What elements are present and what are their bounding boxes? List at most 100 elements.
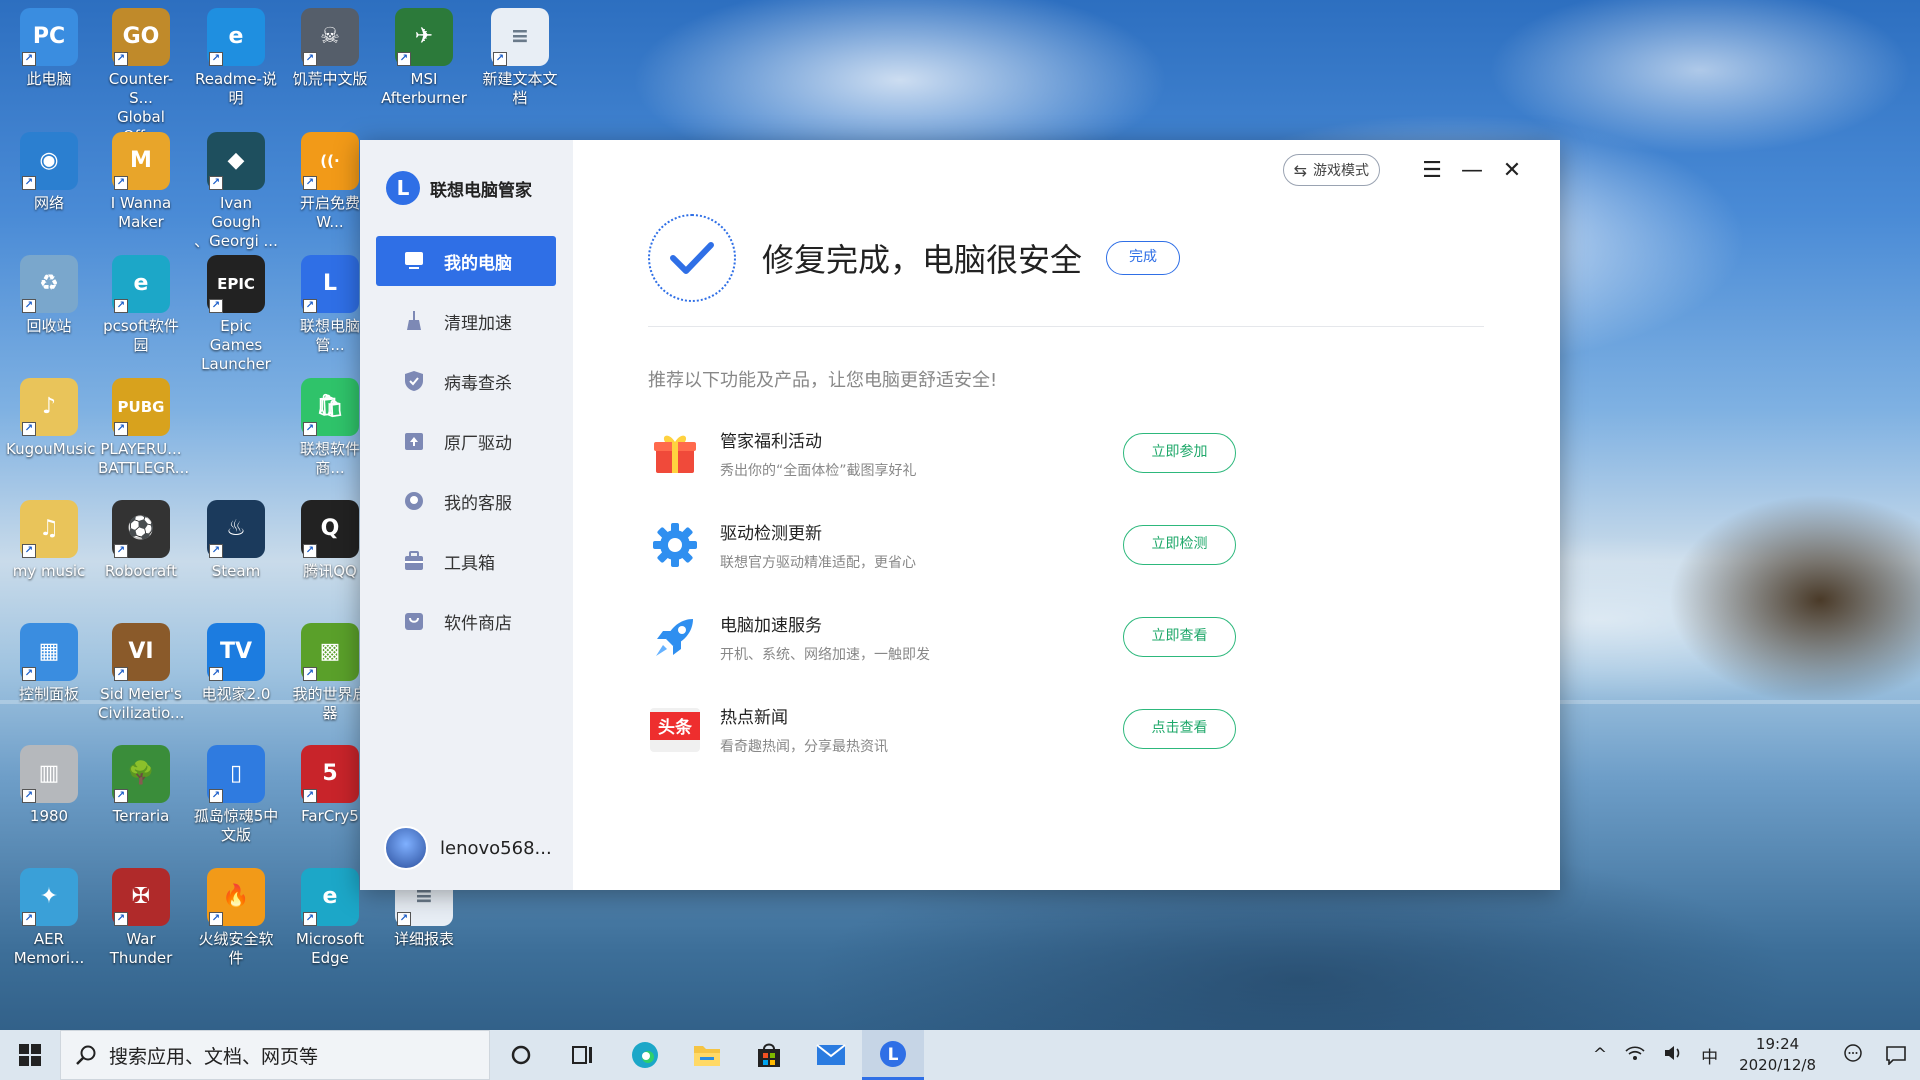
desktop-icon-label: pcsoft软件园 xyxy=(103,317,179,354)
nav-item-clean-speedup[interactable]: 清理加速 xyxy=(376,296,556,346)
desktop-icon-label: 孤岛惊魂5中 文版 xyxy=(193,807,279,844)
minimize-button[interactable]: — xyxy=(1454,158,1490,183)
shortcut-arrow-icon: ↗ xyxy=(397,52,411,66)
svg-text:L: L xyxy=(888,1045,899,1065)
shortcut-arrow-icon: ↗ xyxy=(209,789,223,803)
desktop-icon-label: 控制面板 xyxy=(18,685,79,703)
volume-icon[interactable] xyxy=(1663,1045,1683,1066)
system-clock[interactable]: 19:24 2020/12/8 xyxy=(1739,1034,1816,1076)
lenovo-manager-taskbar-icon[interactable]: L xyxy=(862,1030,924,1080)
desktop-icon-label: 详细报表 xyxy=(393,930,454,948)
desktop-icon[interactable]: ▥ ↗ 1980 xyxy=(6,745,92,826)
search-icon xyxy=(76,1045,96,1065)
desktop-icon[interactable]: GO↗Counter-S... Global Off... xyxy=(98,8,184,146)
user-profile[interactable]: lenovo568... xyxy=(384,826,552,870)
desktop-icon[interactable]: ◆ ↗ Ivan Gough 、Georgi ... xyxy=(193,132,279,251)
game-mode-label: 游戏模式 xyxy=(1313,163,1369,179)
desktop-icon[interactable]: PUBG ↗ PLAYERU... BATTLEGR... xyxy=(98,378,189,478)
desktop-icon[interactable]: ▦ ↗ 控制面板 xyxy=(6,623,92,704)
chevron-up-icon[interactable]: ^ xyxy=(1593,1045,1607,1065)
nav-item-drivers[interactable]: 原厂驱动 xyxy=(376,416,556,466)
task-view-icon[interactable] xyxy=(552,1030,614,1080)
desktop-icon[interactable]: TV ↗ 电视家2.0 xyxy=(193,623,279,704)
desktop-icon[interactable]: ≡ ↗ 新建文本文档 xyxy=(477,8,563,108)
nav-item-toolbox[interactable]: 工具箱 xyxy=(376,536,556,586)
nav-item-virus-scan[interactable]: 病毒查杀 xyxy=(376,356,556,406)
desktop-icon[interactable]: VI ↗ Sid Meier's Civilizatio... xyxy=(98,623,184,723)
desktop-icon[interactable]: ✠ ↗ War Thunder xyxy=(98,868,184,968)
start-button[interactable] xyxy=(0,1030,60,1080)
app-icon: ≡ ↗ xyxy=(491,8,549,66)
shortcut-arrow-icon: ↗ xyxy=(303,422,317,436)
close-button[interactable]: ✕ xyxy=(1494,158,1530,183)
shortcut-arrow-icon: ↗ xyxy=(114,422,128,436)
window-controls: ⇆ 游戏模式 ☰ — ✕ xyxy=(1282,154,1530,186)
click-view-button[interactable]: 点击查看 xyxy=(1123,709,1236,749)
lenovo-pc-manager-window: L 联想电脑管家 我的电脑 清理加速 病毒查杀 原厂驱动 我的客服 工具箱 软件… xyxy=(360,140,1560,890)
main-panel: ⇆ 游戏模式 ☰ — ✕ 修复完成，电脑很安全 完成 推荐以下功能及产品，让您电… xyxy=(573,140,1560,890)
cortana-icon[interactable] xyxy=(490,1030,552,1080)
toutiao-icon: 头条 xyxy=(648,702,702,756)
wifi-icon[interactable] xyxy=(1625,1045,1645,1066)
desktop-icon-label: 新建文本文档 xyxy=(482,70,558,107)
menu-icon[interactable]: ☰ xyxy=(1414,158,1450,183)
desktop-icon[interactable]: ◉ ↗ 网络 xyxy=(6,132,92,213)
desktop-icon[interactable]: ♨ ↗ Steam xyxy=(193,500,279,581)
desktop-icon[interactable]: PC ↗ 此电脑 xyxy=(6,8,92,89)
shortcut-arrow-icon: ↗ xyxy=(114,299,128,313)
desktop-icon-label: 1980 xyxy=(29,807,69,825)
taskbar-search-box[interactable]: 搜索应用、文档、网页等 xyxy=(60,1030,490,1080)
desktop-icon[interactable]: ▯ ↗ 孤岛惊魂5中 文版 xyxy=(193,745,279,845)
desktop-icon[interactable]: ☠ ↗ 饥荒中文版 xyxy=(287,8,373,89)
nav-item-customer-service[interactable]: 我的客服 xyxy=(376,476,556,526)
nav-label: 软件商店 xyxy=(444,613,512,634)
file-explorer-icon[interactable] xyxy=(676,1030,738,1080)
feedback-icon[interactable] xyxy=(1843,1043,1863,1068)
store-taskbar-icon[interactable] xyxy=(738,1030,800,1080)
shortcut-arrow-icon: ↗ xyxy=(22,299,36,313)
recommend-text-block: 热点新闻 看奇趣热闻，分享最热资讯 xyxy=(720,703,1123,756)
desktop-icon-label: War Thunder xyxy=(109,930,173,967)
desktop-icon[interactable]: M ↗ I Wanna Maker xyxy=(98,132,184,232)
nav-item-my-computer[interactable]: 我的电脑 xyxy=(376,236,556,286)
recommend-text: 推荐以下功能及产品，让您电脑更舒适安全! xyxy=(648,370,998,391)
desktop-icon[interactable]: e ↗ pcsoft软件园 xyxy=(98,255,184,355)
shortcut-arrow-icon: ↗ xyxy=(22,422,36,436)
desktop-icon-label: Steam xyxy=(211,562,261,580)
system-tray: ^ 中 19:24 2020/12/8 xyxy=(1584,1030,1920,1080)
desktop-icon-label: Epic Games Launcher xyxy=(201,317,271,373)
recommend-title: 电脑加速服务 xyxy=(720,615,822,636)
check-now-button[interactable]: 立即检测 xyxy=(1123,525,1236,565)
ime-indicator[interactable]: 中 xyxy=(1701,1043,1718,1068)
desktop-icon[interactable]: ⚽ ↗ Robocraft xyxy=(98,500,184,581)
desktop-icon[interactable]: ✦ ↗ AER Memori... xyxy=(6,868,92,968)
mail-icon[interactable] xyxy=(800,1030,862,1080)
desktop-icon[interactable]: 🔥 ↗ 火绒安全软件 xyxy=(193,868,279,968)
desktop-icon-label: MSI Afterburner xyxy=(381,70,467,107)
desktop-icon[interactable]: ♫ ↗ my music xyxy=(6,500,92,581)
app-icon: ♫ ↗ xyxy=(20,500,78,558)
view-now-button[interactable]: 立即查看 xyxy=(1123,617,1236,657)
recommend-title: 管家福利活动 xyxy=(720,431,822,452)
desktop-icon[interactable]: ✈ ↗ MSI Afterburner xyxy=(381,8,467,108)
desktop-icon[interactable]: EPIC ↗ Epic Games Launcher xyxy=(193,255,279,374)
shortcut-arrow-icon: ↗ xyxy=(397,912,411,926)
desktop-icon[interactable]: e ↗ Readme-说 明 xyxy=(193,8,279,108)
shortcut-arrow-icon: ↗ xyxy=(303,176,317,190)
desktop-icon[interactable]: 🌳 ↗ Terraria xyxy=(98,745,184,826)
game-mode-button[interactable]: ⇆ 游戏模式 xyxy=(1282,154,1380,186)
desktop-icon-label: 电视家2.0 xyxy=(201,685,271,703)
shortcut-arrow-icon: ↗ xyxy=(22,912,36,926)
join-now-button[interactable]: 立即参加 xyxy=(1123,433,1236,473)
desktop-icon[interactable]: ♻ ↗ 回收站 xyxy=(6,255,92,336)
shortcut-arrow-icon: ↗ xyxy=(209,912,223,926)
edge-taskbar-icon[interactable] xyxy=(614,1030,676,1080)
notification-center-icon[interactable] xyxy=(1872,1030,1920,1080)
nav-item-software-store[interactable]: 软件商店 xyxy=(376,596,556,646)
shortcut-arrow-icon: ↗ xyxy=(114,789,128,803)
app-icon: PC ↗ xyxy=(20,8,78,66)
desktop-icon[interactable]: ♪ ↗ KugouMusic xyxy=(6,378,95,459)
nav-label: 工具箱 xyxy=(444,553,495,574)
status-badge[interactable]: 完成 xyxy=(1106,241,1181,275)
scan-status: 修复完成，电脑很安全 完成 xyxy=(648,214,1181,302)
